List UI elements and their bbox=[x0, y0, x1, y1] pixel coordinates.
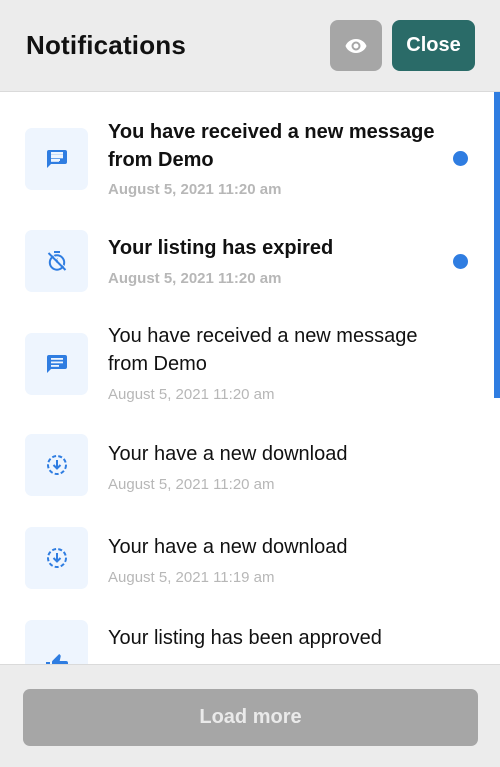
notification-title: Your listing has been approved bbox=[108, 627, 382, 649]
panel-header: Notifications Close bbox=[0, 0, 500, 92]
download-icon-tile bbox=[25, 527, 88, 589]
notification-title: You have received a new message from Dem… bbox=[108, 121, 435, 171]
notification-time: August 5, 2021 11:20 am bbox=[108, 270, 282, 287]
scrollbar-track[interactable] bbox=[494, 92, 500, 664]
eye-icon bbox=[345, 38, 367, 53]
timer-off-icon-tile bbox=[25, 230, 88, 292]
notification-time: August 5, 2021 11:20 am bbox=[108, 476, 275, 493]
load-more-button[interactable]: Load more bbox=[23, 689, 478, 746]
timer-off-icon bbox=[47, 251, 67, 271]
notification-time: August 5, 2021 11:20 am bbox=[108, 386, 275, 403]
unread-dot bbox=[453, 254, 468, 269]
notification-title: Your have a new download bbox=[108, 536, 348, 558]
notification-title: Your have a new download bbox=[108, 443, 348, 465]
download-icon bbox=[46, 455, 67, 475]
download-icon-tile bbox=[25, 434, 88, 496]
notification-title: You have received a new message from Dem… bbox=[108, 325, 418, 375]
panel-title: Notifications bbox=[26, 30, 187, 60]
notification-time: August 5, 2021 11:20 am bbox=[108, 181, 282, 198]
message-icon-tile bbox=[25, 333, 88, 395]
close-button[interactable]: Close bbox=[392, 20, 475, 71]
notification-list[interactable]: You have received a new message from Dem… bbox=[0, 92, 500, 664]
notification-time: August 5, 2021 11:19 am bbox=[108, 569, 275, 586]
download-icon bbox=[46, 548, 67, 568]
thumbs-up-icon-tile bbox=[25, 620, 88, 664]
panel-footer: Load more bbox=[0, 664, 500, 767]
notification-title: Your listing has expired bbox=[108, 237, 334, 259]
message-icon bbox=[46, 150, 67, 168]
thumbs-up-icon bbox=[45, 654, 68, 664]
notifications-panel: Notifications Close You have received a … bbox=[0, 0, 500, 767]
unread-dot bbox=[453, 151, 468, 166]
message-icon-tile bbox=[25, 128, 88, 190]
mark-all-read-button[interactable] bbox=[330, 20, 382, 71]
message-icon bbox=[46, 355, 67, 373]
scrollbar-thumb[interactable] bbox=[494, 92, 500, 398]
